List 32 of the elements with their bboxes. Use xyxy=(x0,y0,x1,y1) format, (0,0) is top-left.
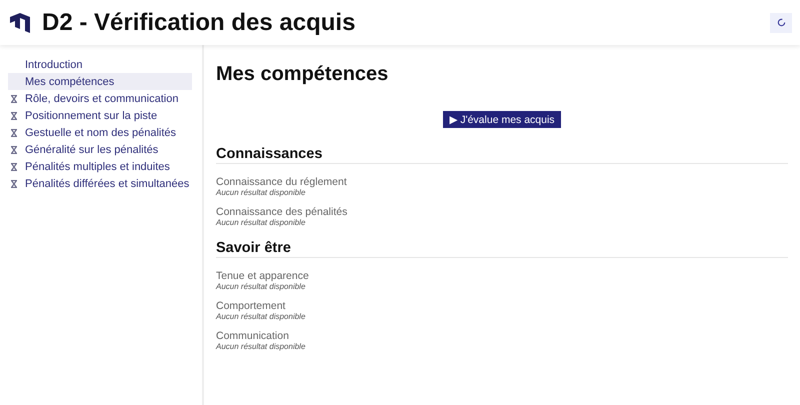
evaluate-button[interactable]: ▶ J'évalue mes acquis xyxy=(443,111,561,128)
sidebar-item[interactable]: Pénalités différées et simultanées xyxy=(8,175,192,192)
skill-result: Aucun résultat disponible xyxy=(216,312,306,321)
section-heading: Savoir être xyxy=(216,240,788,258)
refresh-icon xyxy=(776,18,786,27)
skill-name: Communication xyxy=(216,330,290,342)
skill-result: Aucun résultat disponible xyxy=(216,342,306,351)
skill-name: Connaissance des pénalités xyxy=(216,206,348,218)
sidebar-item[interactable]: Généralité sur les pénalités xyxy=(8,141,192,158)
skill-result: Aucun résultat disponible xyxy=(216,188,306,197)
skill-result: Aucun résultat disponible xyxy=(216,218,306,227)
hourglass-icon xyxy=(10,94,18,102)
hourglass-icon xyxy=(10,128,18,136)
skill-result: Aucun résultat disponible xyxy=(216,282,306,291)
hourglass-icon xyxy=(10,180,18,188)
sidebar-item[interactable]: Pénalités multiples et induites xyxy=(8,158,192,175)
hourglass-icon xyxy=(10,146,18,154)
refresh-button[interactable] xyxy=(770,12,792,32)
sidebar-item[interactable]: Mes compétences xyxy=(8,73,192,90)
hourglass-icon xyxy=(10,112,18,120)
sidebar-item[interactable]: Rôle, devoirs et communication xyxy=(8,90,192,107)
page-heading: Mes compétences xyxy=(216,63,390,86)
hourglass-icon xyxy=(10,162,18,170)
logo-icon xyxy=(8,10,32,34)
sidebar-item[interactable]: Introduction xyxy=(8,56,192,73)
skill-name: Comportement xyxy=(216,300,286,312)
skill-name: Connaissance du réglement xyxy=(216,176,348,188)
section-heading: Connaissances xyxy=(216,146,788,164)
page-title: D2 - Vérification des acquis xyxy=(42,8,356,36)
sidebar-item[interactable]: Positionnement sur la piste xyxy=(8,107,192,124)
skill-name: Tenue et apparence xyxy=(216,270,310,282)
sidebar-item[interactable]: Gestuelle et nom des pénalités xyxy=(8,124,192,141)
